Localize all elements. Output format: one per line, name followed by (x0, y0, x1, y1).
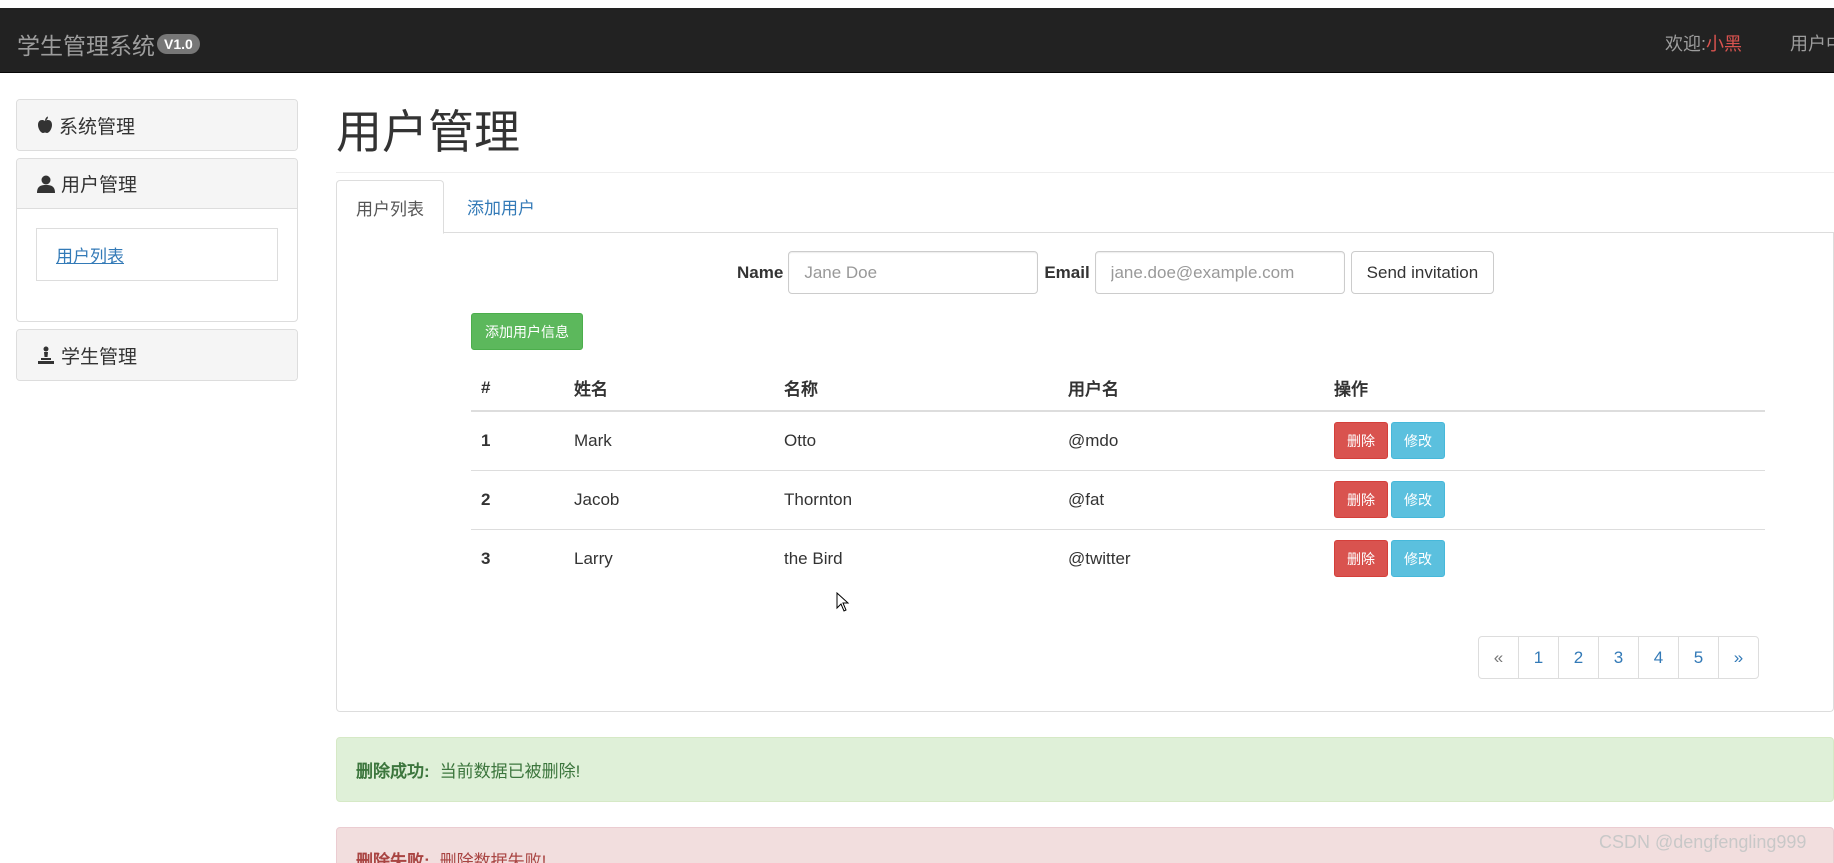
pawn-icon (38, 346, 54, 364)
sidebar-panel-student: 学生管理 (16, 329, 298, 381)
page-link-3[interactable]: 3 (1598, 636, 1639, 679)
top-navbar: 学生管理系统 V1.0 欢迎:小黑 用户中心 (0, 8, 1834, 73)
row-first-name: Mark (564, 410, 774, 470)
table-row: 2 Jacob Thornton @fat 删除 修改 (471, 469, 1765, 529)
row-id: 2 (471, 469, 564, 529)
send-invitation-button[interactable]: Send invitation (1350, 251, 1495, 294)
page-prev[interactable]: « (1478, 636, 1519, 679)
row-username: @mdo (1058, 410, 1324, 470)
column-header: 名称 (774, 365, 1058, 412)
edit-button[interactable]: 修改 (1391, 540, 1445, 578)
page-link-1[interactable]: 1 (1518, 636, 1559, 679)
brand[interactable]: 学生管理系统 V1.0 (17, 27, 200, 61)
user-list-link[interactable]: 用户列表 (56, 242, 124, 267)
brand-title: 学生管理系统 (17, 33, 155, 59)
sidebar-panel-system: 系统管理 (16, 99, 298, 151)
row-id: 3 (471, 528, 564, 588)
window-top-strip (0, 0, 1834, 8)
row-actions: 删除 修改 (1324, 410, 1765, 470)
user-table: # 姓名 名称 用户名 操作 1 Mark Otto @mdo 删除 修改 2 … (471, 365, 1765, 588)
delete-button[interactable]: 删除 (1334, 540, 1388, 578)
welcome-label: 欢迎: (1665, 34, 1707, 54)
column-header: 姓名 (564, 365, 774, 412)
row-first-name: Larry (564, 528, 774, 588)
row-id: 1 (471, 410, 564, 470)
user-icon (37, 175, 55, 193)
email-input[interactable] (1094, 251, 1345, 294)
column-header: 用户名 (1058, 365, 1324, 412)
alert-message: 当前数据已被删除! (439, 762, 581, 781)
tab-user-list[interactable]: 用户列表 (336, 180, 444, 234)
page-title: 用户管理 (336, 106, 520, 158)
apple-icon (38, 116, 52, 133)
row-last-name: Thornton (774, 469, 1058, 529)
page-link-5[interactable]: 5 (1678, 636, 1719, 679)
edit-button[interactable]: 修改 (1391, 481, 1445, 518)
name-label: Name (737, 262, 784, 282)
alert-title: 删除成功: (356, 762, 430, 781)
mouse-cursor-icon (836, 592, 850, 612)
watermark: CSDN @dengfengling999 (1599, 832, 1807, 852)
page-link-2[interactable]: 2 (1558, 636, 1599, 679)
row-actions: 删除 修改 (1324, 528, 1765, 588)
version-badge: V1.0 (157, 34, 200, 54)
sidebar-item-label: 学生管理 (61, 346, 138, 368)
row-last-name: Otto (774, 410, 1058, 470)
row-actions: 删除 修改 (1324, 469, 1765, 529)
row-username: @twitter (1058, 528, 1324, 588)
user-center-link[interactable]: 用户中心 (1790, 30, 1834, 56)
pagination: « 1 2 3 4 5 » (1478, 636, 1759, 679)
column-header: 操作 (1324, 365, 1765, 412)
sidebar-item-user[interactable]: 用户管理 (17, 159, 297, 209)
column-header: # (471, 365, 564, 412)
sidebar-item-system[interactable]: 系统管理 (17, 100, 297, 150)
table-row: 1 Mark Otto @mdo 删除 修改 (471, 410, 1765, 470)
name-input[interactable] (788, 251, 1039, 294)
user-list-pane: Name Email Send invitation 添加用户信息 # 姓名 名… (336, 233, 1834, 712)
page-next[interactable]: » (1718, 636, 1759, 679)
row-username: @fat (1058, 469, 1324, 529)
table-header-row: # 姓名 名称 用户名 操作 (471, 365, 1765, 412)
alert-title: 删除失败: (356, 852, 430, 863)
add-user-info-button[interactable]: 添加用户信息 (471, 313, 583, 350)
sidebar-submenu: 用户列表 (17, 209, 297, 321)
row-last-name: the Bird (774, 528, 1058, 588)
alert-message: 删除数据失败! (439, 852, 547, 863)
invite-form: Name Email Send invitation (737, 251, 1495, 294)
sidebar-item-label: 用户管理 (61, 175, 138, 196)
tab-bar: 用户列表 添加用户 (336, 180, 1834, 234)
navbar-right: 欢迎:小黑 用户中心 (1665, 30, 1834, 56)
delete-button[interactable]: 删除 (1334, 481, 1388, 518)
table-row: 3 Larry the Bird @twitter 删除 修改 (471, 528, 1765, 588)
title-divider (336, 172, 1834, 173)
email-label: Email (1044, 262, 1090, 282)
row-first-name: Jacob (564, 469, 774, 529)
sidebar-item-student[interactable]: 学生管理 (17, 330, 297, 380)
sidebar: 系统管理 用户管理 用户列表 学生管理 (16, 99, 298, 388)
sidebar-subitem-user-list: 用户列表 (36, 228, 278, 281)
edit-button[interactable]: 修改 (1391, 422, 1445, 460)
page-link-4[interactable]: 4 (1638, 636, 1679, 679)
sidebar-item-label: 系统管理 (59, 116, 136, 138)
delete-success-alert: 删除成功: 当前数据已被删除! (336, 737, 1834, 802)
current-username[interactable]: 小黑 (1706, 34, 1742, 54)
delete-button[interactable]: 删除 (1334, 422, 1388, 460)
sidebar-panel-user: 用户管理 用户列表 (16, 158, 298, 322)
tab-add-user[interactable]: 添加用户 (448, 180, 554, 233)
